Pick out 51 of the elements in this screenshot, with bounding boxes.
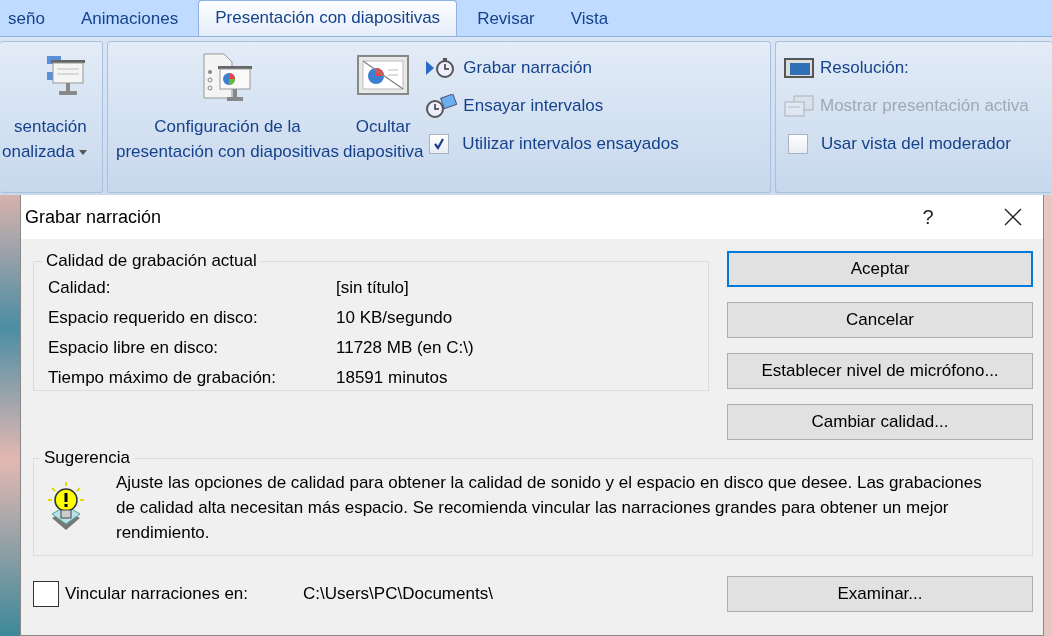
dialog-button[interactable]: Aceptar [727,251,1033,287]
checkbox-label: Vincular narraciones en: [65,584,249,604]
monitor-icon [784,58,814,78]
ribbon-tab[interactable]: Vista [554,2,625,36]
dialog-button[interactable]: Cambiar calidad... [727,404,1033,440]
custom-show-button[interactable]: sentación onalizada [0,46,89,166]
ribbon-large-button[interactable]: Ocultar diapositiva [341,46,426,166]
tip-text: Ajuste las opciones de calidad para obtener la calidad de sonido y el espacio en disco que desee. Las grabaciones de calidad alta necesitan más espacio. Se recomienda vincular las narraciones grandes para obtener un mejor rendimiento. [116,472,983,544]
group-legend: Sugerencia [40,448,134,468]
dialog-button[interactable]: Establecer nivel de micrófono... [727,353,1033,389]
checkbox[interactable] [33,581,59,607]
close-icon [1004,208,1022,226]
ribbon-command[interactable]: Usar vista del moderador [784,128,1029,160]
checkbox[interactable] [429,134,450,154]
field-label: Tiempo máximo de grabación: [48,367,278,389]
checkmark-icon [433,138,446,150]
field-label: Espacio requerido en disco: [48,307,259,329]
dual-monitor-icon [784,95,814,117]
hidden-slide-icon [356,52,411,98]
folder-path: C:\Users\PC\Documents\ [303,584,494,604]
field-value: [sin título] [336,277,410,299]
dialog-title: Grabar narración [25,206,163,228]
command-label: Usar vista del moderador [821,134,1011,154]
stopwatch-slide-icon [425,94,458,118]
ribbon-tab[interactable]: Animaciones [64,2,195,36]
command-label: Utilizar intervalos ensayados [462,134,679,154]
command-label: Mostrar presentación activa [820,96,1029,116]
command-label: Resolución: [820,58,909,78]
ribbon-command[interactable]: Utilizar intervalos ensayados [425,128,679,160]
ribbon-command[interactable]: Ensayar intervalos [425,90,679,122]
ribbon-button-label: Ocultar diapositiva [343,116,424,163]
browse-button[interactable]: Examinar... [727,576,1033,612]
ribbon-command[interactable]: Resolución: [784,52,1029,84]
ribbon-button-label: Configuración de la presentación con diapositivas [116,116,340,163]
field-value: 11728 MB (en C:\) [336,337,475,359]
ribbon-large-button[interactable]: Configuración de la presentación con diapositivas [114,46,342,166]
dialog-button[interactable]: Cancelar [727,302,1033,338]
ribbon-tab[interactable]: Presentación con diapositivas [198,0,458,36]
command-label: Grabar narración [463,58,592,78]
checkbox[interactable] [788,134,808,154]
field-label: Calidad: [48,277,112,299]
field-value: 10 KB/segundo [336,307,454,329]
ribbon-tab[interactable]: seño [8,2,61,36]
ribbon-tab[interactable]: Revisar [461,2,551,36]
custom-show-label: sentación onalizada [2,116,87,163]
field-label: Espacio libre en disco: [48,337,220,359]
command-label: Ensayar intervalos [463,96,604,116]
help-button[interactable]: ? [905,204,951,230]
group-legend: Calidad de grabación actual [42,251,261,271]
field-value: 18591 minutos [336,367,449,389]
ribbon-command[interactable]: Grabar narración [425,52,679,84]
